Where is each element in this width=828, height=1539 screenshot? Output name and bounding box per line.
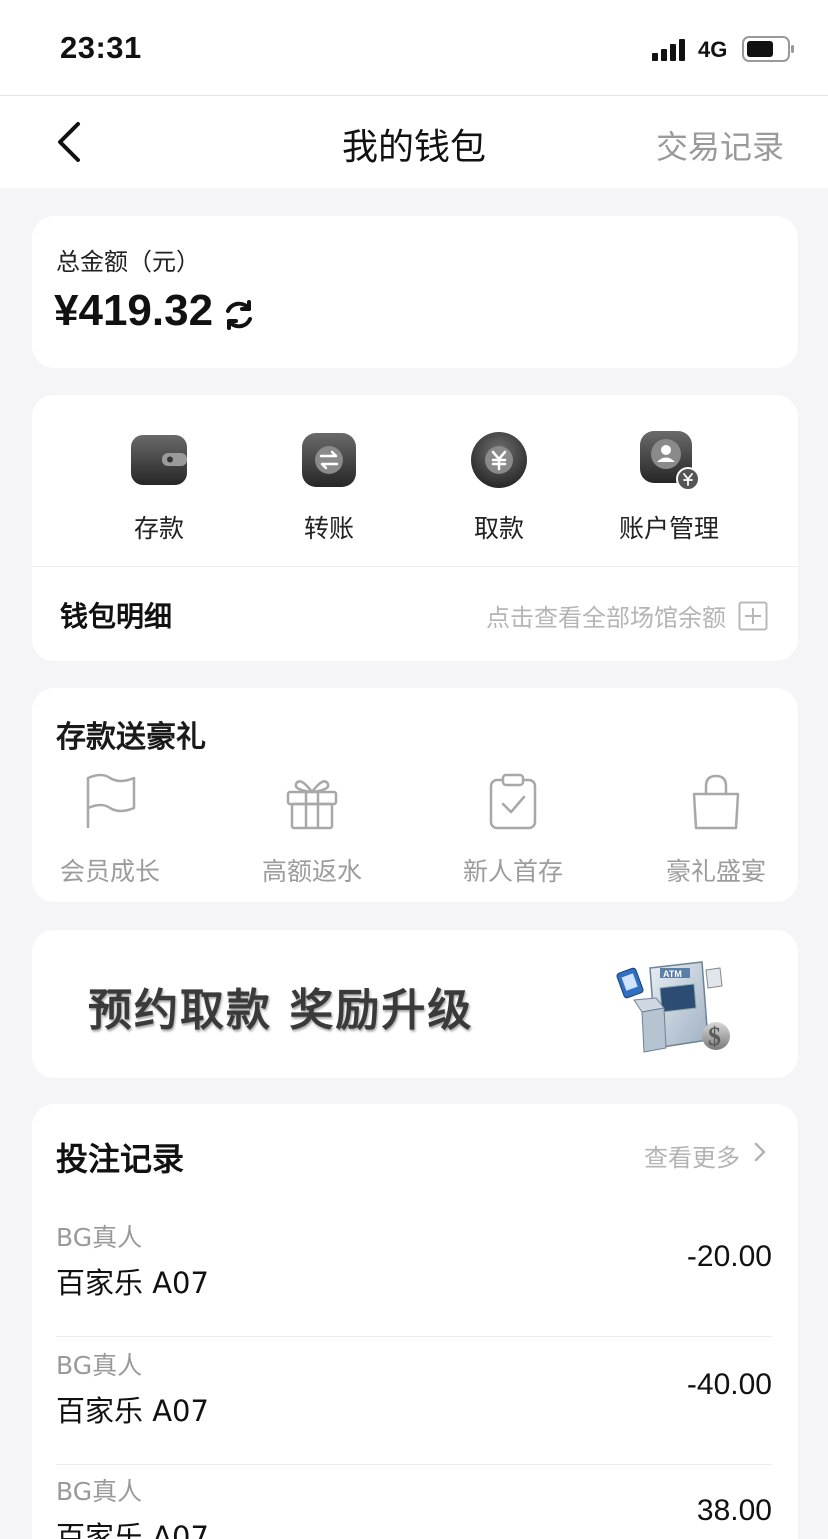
divider — [56, 1336, 772, 1337]
wallet-icon — [131, 435, 187, 485]
bet-record-row[interactable]: BG真人 百家乐 A07 -20.00 — [56, 1210, 772, 1338]
transfer-icon — [302, 433, 356, 487]
refresh-icon[interactable] — [222, 298, 256, 332]
transaction-records-link[interactable]: 交易记录 — [656, 122, 784, 168]
gift-icon — [286, 780, 338, 830]
bet-records-card: 投注记录 查看更多 BG真人 百家乐 A07 -20.00 BG真人 百家乐 A… — [32, 1104, 798, 1539]
action-label: 转账 — [303, 514, 354, 543]
promo-item-luxury-feast[interactable]: 豪礼盛宴 — [626, 772, 806, 888]
flag-icon — [86, 773, 136, 828]
expand-plus-icon[interactable] — [738, 601, 768, 631]
bet-record-row[interactable]: BG真人 百家乐 A07 -40.00 — [56, 1338, 772, 1466]
wallet-detail-title: 钱包明细 — [60, 600, 173, 633]
signal-icon — [652, 39, 685, 61]
deposit-promo-card: 存款送豪礼 会员成长 高额返水 新人首存 豪礼盛宴 — [32, 688, 798, 902]
bet-provider: BG真人 — [56, 1351, 143, 1380]
bet-game: 百家乐 A07 — [56, 1266, 209, 1300]
balance-label: 总金额（元） — [56, 248, 200, 276]
balance-card: 总金额（元） ¥419.32 — [32, 216, 798, 368]
bet-record-row[interactable]: BG真人 百家乐 A07 38.00 — [56, 1464, 772, 1539]
battery-icon — [742, 36, 794, 62]
promo-item-label: 豪礼盛宴 — [665, 857, 766, 886]
bet-provider: BG真人 — [56, 1477, 143, 1506]
bet-provider: BG真人 — [56, 1223, 143, 1252]
view-more-link[interactable]: 查看更多 — [644, 1138, 740, 1173]
action-label: 账户管理 — [618, 514, 719, 543]
withdraw-button[interactable]: 取款 — [414, 429, 584, 545]
svg-text:ATM: ATM — [663, 969, 682, 979]
bet-amount: -20.00 — [686, 1240, 772, 1273]
bet-amount: 38.00 — [696, 1494, 772, 1527]
wallet-actions-card: 存款 转账 取款 账户管理 钱包明细 点击查看全部场馆余额 — [32, 395, 798, 661]
bet-records-title: 投注记录 — [56, 1140, 185, 1178]
promo-item-first-deposit[interactable]: 新人首存 — [423, 772, 603, 888]
network-type: 4G — [698, 37, 728, 62]
promo-title: 存款送豪礼 — [56, 720, 206, 755]
account-manage-button[interactable]: 账户管理 — [584, 429, 754, 545]
status-time: 23:31 — [60, 30, 142, 65]
bet-amount: -40.00 — [686, 1368, 772, 1401]
nav-bar: 我的钱包 交易记录 — [0, 96, 828, 188]
account-manage-icon — [640, 431, 700, 491]
promo-item-high-rebate[interactable]: 高额返水 — [222, 772, 402, 888]
bet-game: 百家乐 A07 — [56, 1394, 209, 1428]
divider — [32, 566, 798, 567]
withdraw-promo-banner[interactable]: 预约取款 奖励升级 ATM $ — [32, 930, 798, 1078]
chevron-right-icon[interactable] — [750, 1141, 770, 1163]
bet-game: 百家乐 A07 — [56, 1520, 209, 1539]
status-bar: 23:31 4G — [0, 0, 828, 96]
promo-item-label: 高额返水 — [261, 857, 362, 886]
deposit-button[interactable]: 存款 — [74, 429, 244, 545]
shopping-bag-icon — [692, 774, 740, 830]
banner-text: 预约取款 奖励升级 — [88, 985, 474, 1036]
balance-amount: ¥419.32 — [54, 286, 214, 335]
clipboard-check-icon — [489, 773, 537, 830]
transfer-button[interactable]: 转账 — [244, 429, 414, 545]
yuan-coin-icon — [471, 432, 527, 488]
promo-item-label: 会员成长 — [59, 857, 160, 886]
atm-money-icon: ATM $ — [616, 961, 730, 1053]
wallet-detail-hint[interactable]: 点击查看全部场馆余额 — [486, 598, 726, 633]
svg-text:$: $ — [708, 1022, 721, 1051]
promo-item-label: 新人首存 — [462, 857, 563, 886]
action-label: 取款 — [473, 514, 524, 543]
action-label: 存款 — [133, 514, 184, 543]
promo-item-member-growth[interactable]: 会员成长 — [20, 772, 200, 888]
